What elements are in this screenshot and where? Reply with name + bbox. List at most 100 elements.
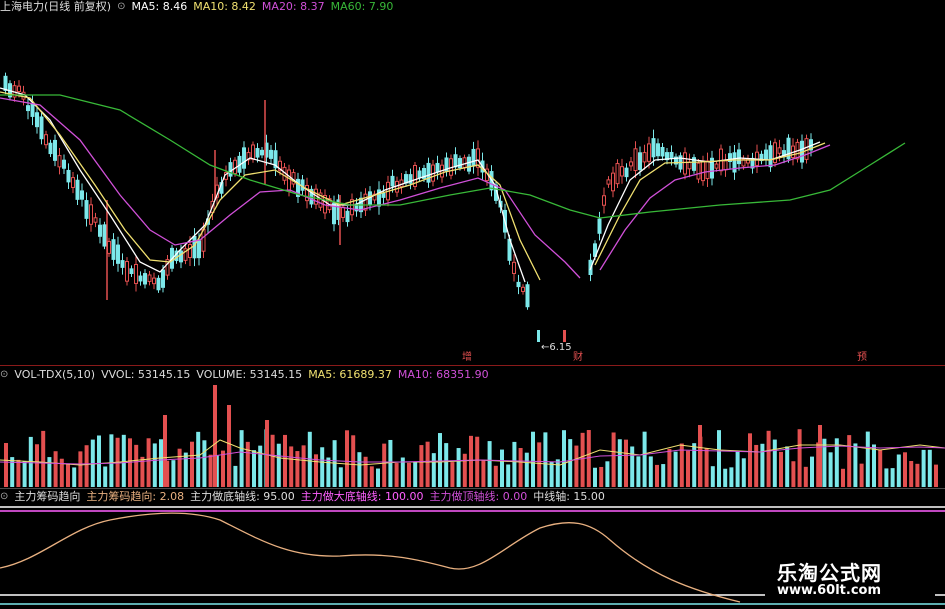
volume-bar [265, 420, 269, 487]
volume-bar [97, 435, 101, 487]
volume-bar [655, 464, 659, 487]
volume-bar [121, 434, 126, 487]
candle-body [30, 103, 35, 117]
volume-bar [611, 432, 616, 487]
volume-bar [159, 439, 163, 487]
candle-body [179, 250, 183, 263]
candle-body [390, 175, 395, 187]
volume-bar [183, 452, 188, 487]
volume-bar [921, 449, 926, 487]
volume-bar [382, 443, 387, 487]
settings-icon[interactable]: ⊙ [117, 0, 125, 14]
volume-bar [580, 432, 585, 487]
candle-body [269, 149, 273, 159]
volume-bar [779, 451, 783, 487]
volume-bar [394, 463, 399, 487]
candle-body [683, 152, 687, 175]
volume-bar [47, 457, 52, 487]
candle-body [80, 190, 84, 200]
candle-body [768, 145, 773, 168]
volume-bar [407, 462, 411, 487]
candle-body [804, 138, 809, 160]
trend-curve [0, 512, 741, 603]
volume-bar [555, 459, 560, 487]
volume-bar [518, 448, 523, 487]
volume-bar [487, 441, 492, 487]
volume-bar [16, 459, 21, 487]
candle-body [563, 330, 566, 342]
volume-bar [884, 468, 889, 487]
volume-bar [915, 463, 920, 487]
event-flag-zeng[interactable]: 增 [462, 352, 472, 364]
volume-bar [72, 467, 77, 487]
volume-bar [462, 453, 467, 487]
candle-body [602, 195, 606, 206]
volume-bar [419, 445, 424, 487]
big-bottom-axis-value: 主力做大底轴线: 100.00 [300, 490, 424, 503]
volume-bar [785, 446, 790, 487]
volume-bar [41, 430, 46, 487]
volume-bar [481, 460, 486, 487]
candle-body [143, 273, 147, 285]
volume-bar [673, 451, 678, 487]
ma5-value: MA5: 8.46 [131, 0, 188, 13]
candle-body [435, 162, 440, 173]
candle-body [606, 179, 611, 185]
candle-body [404, 174, 408, 184]
candle-body [134, 263, 138, 284]
indicator-name[interactable]: 主力筹码趋向 [14, 490, 80, 504]
candle-body [687, 161, 692, 170]
candle-body [192, 235, 197, 259]
candle-body [120, 260, 125, 268]
candle-body [512, 261, 516, 274]
candle-body [71, 177, 75, 188]
candle-body [197, 240, 201, 259]
candle-body [89, 204, 93, 225]
volume-bar [617, 439, 622, 487]
event-flag-cai[interactable]: 财 [573, 352, 583, 364]
candle-body [107, 240, 111, 254]
volume-bar [213, 385, 217, 487]
volume-bar [686, 450, 690, 487]
volume-bar [295, 451, 300, 487]
candle-body [152, 277, 156, 285]
stock-title[interactable]: 上海电力(日线 前复权) [0, 0, 111, 14]
candle-body [656, 143, 660, 157]
watermark-title: 乐淘公式网 [777, 561, 882, 585]
volume-bar [66, 464, 70, 487]
volume-bar [84, 445, 89, 487]
volume-bar [717, 430, 721, 487]
volume-bar [456, 448, 461, 487]
vol-indicator-name[interactable]: VOL-TDX(5,10) [14, 368, 95, 382]
volume-bar [444, 443, 449, 487]
settings-icon[interactable]: ⊙ [0, 368, 8, 382]
settings-icon[interactable]: ⊙ [0, 490, 8, 504]
volume-bar [109, 434, 114, 487]
candle-body [629, 161, 633, 167]
chart-canvas[interactable] [0, 0, 945, 609]
volume-bar [704, 448, 709, 487]
volume-bar [741, 458, 746, 487]
volume-bar [326, 457, 331, 487]
candle-body [417, 170, 422, 179]
candle-body [93, 217, 98, 223]
main-chart-header: 上海电力(日线 前复权) ⊙ MA5: 8.46 MA10: 8.42 MA20… [0, 0, 393, 14]
top-axis-value: 主力做顶轴线: 0.00 [429, 490, 528, 503]
volume-bar [853, 443, 858, 487]
volume-bar [475, 436, 480, 487]
volume-bar [822, 438, 827, 487]
candle-body [537, 330, 540, 342]
volume-bar [4, 443, 8, 487]
volume-bar [469, 435, 473, 487]
candle-body [57, 155, 62, 168]
volume-bar [872, 444, 876, 487]
volume-bar [500, 449, 504, 487]
candle-body [66, 169, 71, 183]
candle-body [525, 284, 530, 308]
volume-bar [692, 443, 697, 487]
ma20-value: MA20: 8.37 [261, 0, 325, 13]
volume-bar [760, 443, 765, 487]
candle-body [345, 210, 350, 223]
volume-bar [593, 467, 597, 487]
event-flag-yu[interactable]: 预 [857, 352, 867, 364]
